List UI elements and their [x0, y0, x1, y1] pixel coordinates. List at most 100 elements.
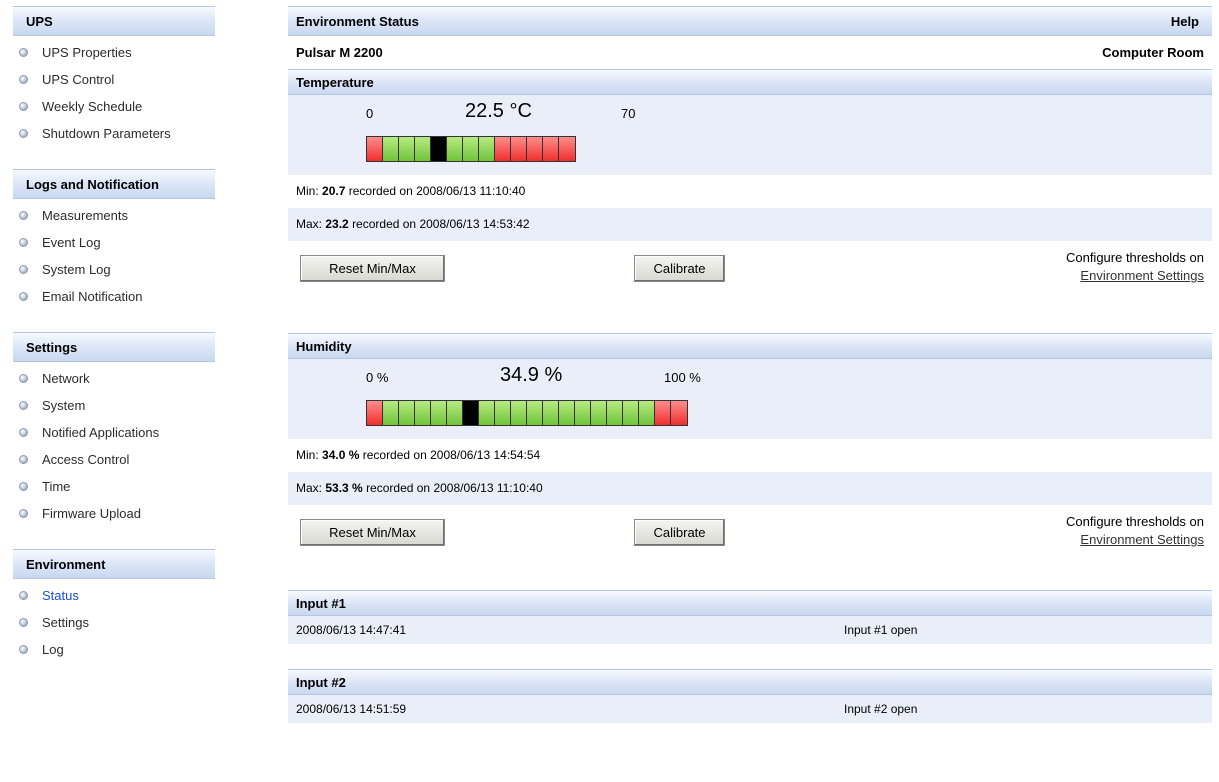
- sidebar-item-firmware-upload[interactable]: Firmware Upload: [13, 500, 215, 527]
- sidebar-item-label[interactable]: Event Log: [42, 229, 101, 256]
- sidebar-item-label[interactable]: System: [42, 392, 85, 419]
- main-content: Environment Status Help Pulsar M 2200 Co…: [288, 6, 1212, 723]
- gauge-segment-red: [543, 137, 559, 161]
- gauge-segment-green: [431, 401, 447, 425]
- device-row: Pulsar M 2200 Computer Room: [288, 36, 1212, 69]
- gauge-segment-red: [367, 401, 383, 425]
- humidity-min-scale: 0 %: [366, 370, 389, 385]
- gauge-segment-green: [639, 401, 655, 425]
- sidebar-item-time[interactable]: Time: [13, 473, 215, 500]
- sidebar-item-system-log[interactable]: System Log: [13, 256, 215, 283]
- gauge-segment-green: [511, 401, 527, 425]
- humidity-scale: 0 % 34.9 % 100 %: [288, 359, 1212, 394]
- temperature-actions: Reset Min/Max Calibrate Configure thresh…: [288, 241, 1212, 301]
- temperature-max-recorded: recorded on 2008/06/13 14:53:42: [352, 217, 530, 231]
- sidebar-item-label[interactable]: Network: [42, 365, 90, 392]
- humidity-max-row: Max: 53.3 % recorded on 2008/06/13 11:10…: [288, 472, 1212, 505]
- sidebar-item-system[interactable]: System: [13, 392, 215, 419]
- bullet-icon: [19, 102, 28, 111]
- gauge-segment-green: [479, 137, 495, 161]
- input-1-row: 2008/06/13 14:47:41 Input #1 open: [288, 616, 1212, 644]
- sidebar-item-label[interactable]: Status: [42, 582, 79, 609]
- temperature-gauge-row: [288, 130, 1212, 175]
- gauge-segment-red: [495, 137, 511, 161]
- humidity-actions: Reset Min/Max Calibrate Configure thresh…: [288, 505, 1212, 565]
- humidity-gauge: [366, 400, 688, 426]
- sidebar-item-access-control[interactable]: Access Control: [13, 446, 215, 473]
- gauge-segment-green: [383, 137, 399, 161]
- sidebar-group-title: UPS: [13, 6, 215, 36]
- sidebar-item-label[interactable]: Log: [42, 636, 64, 663]
- gauge-segment-black: [463, 401, 479, 425]
- sidebar: UPS UPS Properties UPS Control Weekly Sc…: [13, 6, 215, 685]
- sidebar-item-measurements[interactable]: Measurements: [13, 202, 215, 229]
- input-1-header: Input #1: [288, 590, 1212, 616]
- humidity-max-recorded: recorded on 2008/06/13 11:10:40: [366, 481, 543, 495]
- temperature-max-scale: 70: [621, 106, 636, 121]
- temperature-min-value: 20.7: [322, 184, 346, 198]
- sidebar-item-label[interactable]: Notified Applications: [42, 419, 159, 446]
- humidity-max-value: 53.3 %: [325, 481, 363, 495]
- sidebar-item-event-log[interactable]: Event Log: [13, 229, 215, 256]
- temperature-calibrate-button[interactable]: Calibrate: [634, 255, 725, 282]
- sidebar-item-label[interactable]: UPS Properties: [42, 39, 132, 66]
- sidebar-item-log[interactable]: Log: [13, 636, 215, 663]
- sidebar-item-label[interactable]: Access Control: [42, 446, 129, 473]
- gauge-segment-green: [623, 401, 639, 425]
- gauge-segment-green: [383, 401, 399, 425]
- sidebar-group-settings: Settings Network System Notified Applica…: [13, 332, 215, 527]
- sidebar-item-label[interactable]: Time: [42, 473, 70, 500]
- temperature-reset-button[interactable]: Reset Min/Max: [300, 255, 445, 282]
- help-link[interactable]: Help: [1171, 7, 1199, 35]
- sidebar-item-label[interactable]: Shutdown Parameters: [42, 120, 171, 147]
- sidebar-item-shutdown-parameters[interactable]: Shutdown Parameters: [13, 120, 215, 147]
- temperature-gauge: [366, 136, 576, 162]
- environment-settings-link[interactable]: Environment Settings: [1080, 268, 1204, 283]
- humidity-max-scale: 100 %: [664, 370, 701, 385]
- sidebar-item-weekly-schedule[interactable]: Weekly Schedule: [13, 93, 215, 120]
- temperature-panel: 0 22.5 °C 70: [288, 95, 1212, 175]
- gauge-segment-green: [607, 401, 623, 425]
- humidity-min-value: 34.0 %: [322, 448, 360, 462]
- bullet-icon: [19, 455, 28, 464]
- sidebar-item-label[interactable]: Settings: [42, 609, 89, 636]
- bullet-icon: [19, 129, 28, 138]
- sidebar-item-ups-control[interactable]: UPS Control: [13, 66, 215, 93]
- environment-settings-link[interactable]: Environment Settings: [1080, 532, 1204, 547]
- sidebar-item-label[interactable]: Weekly Schedule: [42, 93, 142, 120]
- sidebar-item-settings[interactable]: Settings: [13, 609, 215, 636]
- temperature-min-scale: 0: [366, 106, 374, 121]
- gauge-segment-red: [527, 137, 543, 161]
- sidebar-item-status[interactable]: Status: [13, 582, 215, 609]
- sidebar-item-label[interactable]: System Log: [42, 256, 111, 283]
- sidebar-group-environment: Environment Status Settings Log: [13, 549, 215, 663]
- gauge-segment-green: [463, 137, 479, 161]
- gauge-segment-green: [399, 137, 415, 161]
- page-header: Environment Status Help: [288, 6, 1212, 36]
- gauge-segment-green: [527, 401, 543, 425]
- sidebar-item-email-notification[interactable]: Email Notification: [13, 283, 215, 310]
- bullet-icon: [19, 374, 28, 383]
- sidebar-item-label[interactable]: Firmware Upload: [42, 500, 141, 527]
- sidebar-item-ups-properties[interactable]: UPS Properties: [13, 39, 215, 66]
- humidity-reset-button[interactable]: Reset Min/Max: [300, 519, 445, 546]
- sidebar-item-label[interactable]: Email Notification: [42, 283, 142, 310]
- gauge-segment-green: [575, 401, 591, 425]
- sidebar-item-notified-applications[interactable]: Notified Applications: [13, 419, 215, 446]
- humidity-calibrate-button[interactable]: Calibrate: [634, 519, 725, 546]
- gauge-segment-green: [559, 401, 575, 425]
- humidity-value: 34.9 %: [500, 364, 563, 386]
- gauge-segment-green: [415, 137, 431, 161]
- sidebar-item-label[interactable]: UPS Control: [42, 66, 114, 93]
- gauge-segment-green: [447, 137, 463, 161]
- sidebar-item-label[interactable]: Measurements: [42, 202, 128, 229]
- temperature-value: 22.5 °C: [465, 100, 532, 122]
- gauge-segment-green: [591, 401, 607, 425]
- bullet-icon: [19, 509, 28, 518]
- gauge-segment-red: [511, 137, 527, 161]
- bullet-icon: [19, 211, 28, 220]
- gauge-segment-red: [559, 137, 575, 161]
- bullet-icon: [19, 591, 28, 600]
- gauge-segment-red: [367, 137, 383, 161]
- sidebar-item-network[interactable]: Network: [13, 365, 215, 392]
